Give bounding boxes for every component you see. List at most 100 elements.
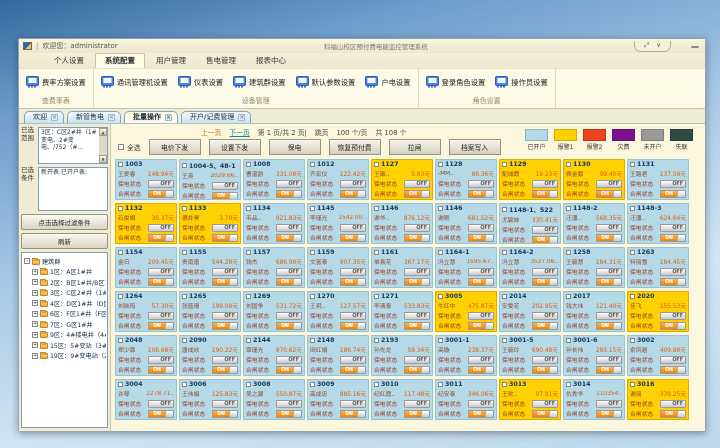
switch-toggle[interactable]: ON (532, 410, 558, 418)
meter-card[interactable]: 1004-5、48-1 王英 2029.66.. 保电状态 OFF 合闸状态 O… (179, 159, 241, 200)
card-checkbox[interactable] (246, 382, 251, 387)
switch-toggle[interactable]: ON (148, 322, 174, 330)
card-checkbox[interactable] (502, 338, 507, 343)
switch-toggle[interactable]: ON (596, 410, 622, 418)
card-checkbox[interactable] (118, 250, 123, 255)
card-checkbox[interactable] (310, 250, 315, 255)
switch-toggle[interactable]: ON (212, 366, 238, 374)
card-checkbox[interactable] (246, 250, 251, 255)
card-checkbox[interactable] (438, 162, 443, 167)
power-keep-toggle[interactable]: OFF (340, 400, 366, 408)
card-checkbox[interactable] (246, 338, 251, 343)
expand-icon[interactable]: + (32, 342, 38, 348)
power-keep-toggle[interactable]: OFF (340, 356, 366, 364)
card-checkbox[interactable] (182, 382, 187, 387)
chevron-down-icon[interactable]: ∨ (656, 41, 661, 49)
card-checkbox[interactable] (246, 162, 251, 167)
power-keep-toggle[interactable]: OFF (468, 224, 494, 232)
power-keep-toggle[interactable]: OFF (404, 268, 430, 276)
switch-toggle[interactable]: ON (468, 234, 494, 242)
card-checkbox[interactable] (566, 382, 571, 387)
meter-card[interactable]: 1148-2 汪潘.. 568.35元 保电状态 OFF 合闸状态 ON (563, 203, 625, 244)
menu-item[interactable]: 售电管理 (197, 54, 245, 68)
meter-card[interactable]: 2144 章瑾光 870.62元 保电状态 OFF 合闸状态 ON (243, 335, 305, 376)
meter-card[interactable]: 1258 王毓慧 184.31元 保电状态 OFF 合闸状态 ON (563, 247, 625, 288)
meter-card[interactable]: 3009 高成忠 885.16元 保电状态 OFF 合闸状态 ON (307, 379, 369, 420)
switch-toggle[interactable]: ON (340, 278, 366, 286)
switch-toggle[interactable]: ON (596, 366, 622, 374)
card-checkbox[interactable] (182, 206, 187, 211)
meter-card[interactable]: 1154 金日 209.45元 保电状态 OFF 合闸状态 ON (115, 247, 177, 288)
card-checkbox[interactable] (118, 294, 123, 299)
power-keep-toggle[interactable]: OFF (660, 268, 686, 276)
switch-toggle[interactable]: ON (276, 190, 302, 198)
card-checkbox[interactable] (566, 162, 571, 167)
power-keep-toggle[interactable]: OFF (212, 356, 238, 364)
power-keep-toggle[interactable]: OFF (532, 180, 558, 188)
power-keep-toggle[interactable]: OFF (340, 180, 366, 188)
card-checkbox[interactable] (438, 250, 443, 255)
expand-icon[interactable]: + (32, 311, 38, 317)
power-keep-toggle[interactable]: OFF (276, 268, 302, 276)
meter-card[interactable]: 1127 王康.. 5.83元 保电状态 OFF 合闸状态 ON (371, 159, 433, 200)
refresh-button[interactable]: 刷新 (21, 233, 108, 249)
ribbon-button[interactable]: 户电设置 (365, 76, 410, 90)
tree-item[interactable]: + 4区：D区1#井（D区... (24, 299, 106, 308)
card-checkbox[interactable] (630, 338, 635, 343)
meter-card[interactable]: 1146 谢刚 681.52元 保电状态 OFF 合闸状态 ON (435, 203, 497, 244)
power-keep-toggle[interactable]: OFF (404, 356, 430, 364)
card-checkbox[interactable] (182, 338, 187, 343)
power-keep-toggle[interactable]: OFF (148, 356, 174, 364)
ribbon-collapse-control[interactable]: ⤢ ∨ (634, 41, 671, 52)
card-checkbox[interactable] (566, 338, 571, 343)
selected-condition-box[interactable]: 新开表:已开户表; (38, 167, 108, 211)
power-keep-toggle[interactable]: OFF (276, 356, 302, 364)
document-tab[interactable]: 新管售电 × (67, 111, 121, 123)
ribbon-button[interactable]: 通讯管理机设置 (101, 76, 168, 90)
switch-toggle[interactable]: ON (532, 190, 558, 198)
menu-item[interactable]: 报表中心 (247, 54, 295, 68)
power-keep-toggle[interactable]: OFF (340, 312, 366, 320)
ribbon-button[interactable]: 操作员设置 (495, 76, 547, 90)
scroll-down-icon[interactable]: ▼ (99, 155, 107, 163)
card-checkbox[interactable] (630, 294, 635, 299)
meter-card[interactable]: 1131 王路君 137.59元 保电状态 OFF 合闸状态 ON (627, 159, 689, 200)
tree-item[interactable]: + 15区：5#变站（3#变... (24, 341, 106, 350)
selected-range-listbox[interactable]: 3区：C区2#井（1#变电、2#变电、/752（#... ▲ ▼ (38, 127, 108, 164)
toolbar-button[interactable]: 拉闸 (389, 139, 441, 155)
expand-icon[interactable]: + (32, 332, 38, 338)
power-keep-toggle[interactable]: OFF (532, 356, 558, 364)
choose-filter-button[interactable]: 点击选择过滤条件 (21, 214, 108, 230)
switch-toggle[interactable]: ON (660, 190, 686, 198)
power-keep-toggle[interactable]: OFF (532, 226, 558, 234)
meter-card[interactable]: 3004 许琴 2278.71.. 保电状态 OFF 合闸状态 ON (115, 379, 177, 420)
card-checkbox[interactable] (374, 382, 379, 387)
close-icon[interactable]: × (51, 114, 58, 121)
power-keep-toggle[interactable]: OFF (276, 312, 302, 320)
ribbon-button[interactable]: 登录角色设置 (426, 76, 486, 90)
switch-toggle[interactable]: ON (276, 366, 302, 374)
switch-toggle[interactable]: ON (660, 410, 686, 418)
next-page-link[interactable]: 下一页 (229, 127, 249, 137)
switch-toggle[interactable]: ON (404, 366, 430, 374)
power-keep-toggle[interactable]: OFF (532, 312, 558, 320)
document-tab[interactable]: 开户/记费管理 × (181, 111, 251, 123)
listbox-scrollbar[interactable]: ▲ ▼ (99, 128, 107, 163)
card-checkbox[interactable] (438, 338, 443, 343)
card-checkbox[interactable] (566, 294, 571, 299)
power-keep-toggle[interactable]: OFF (340, 268, 366, 276)
switch-toggle[interactable]: ON (148, 278, 174, 286)
meter-card[interactable]: 2048 郑少霖 108.68元 保电状态 OFF 合闸状态 ON (115, 335, 177, 376)
ribbon-button[interactable]: 默认参数设置 (296, 76, 356, 90)
meter-card[interactable]: 2148 田红娟 186.74元 保电状态 OFF 合闸状态 ON (307, 335, 369, 376)
card-checkbox[interactable] (246, 294, 251, 299)
meter-card[interactable]: 1164-2 冯立慧 3527.06.. 保电状态 OFF 合闸状态 ON (499, 247, 561, 288)
power-keep-toggle[interactable]: OFF (404, 180, 430, 188)
power-keep-toggle[interactable]: OFF (212, 224, 238, 232)
meter-card[interactable]: 2017 钱大伟 121.40元 保电状态 OFF 合闸状态 ON (563, 291, 625, 332)
toolbar-button[interactable]: 电价下发 (149, 139, 201, 155)
power-keep-toggle[interactable]: OFF (660, 180, 686, 188)
power-keep-toggle[interactable]: OFF (596, 400, 622, 408)
menu-item[interactable]: 个人设置 (45, 54, 93, 68)
card-checkbox[interactable] (374, 250, 379, 255)
